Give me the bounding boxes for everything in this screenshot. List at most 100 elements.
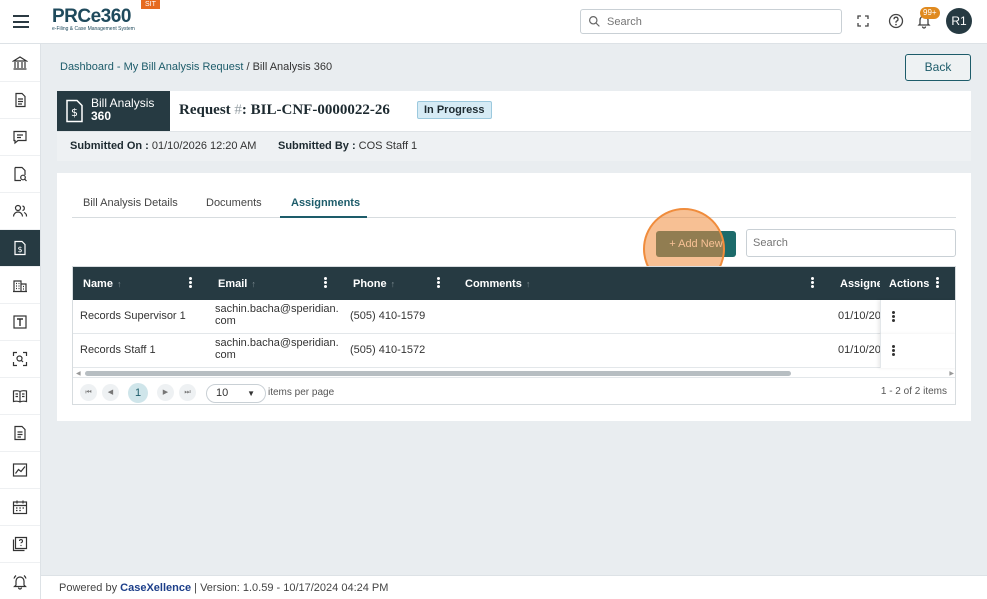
submission-info: Submitted On : 01/10/2026 12:20 AM Submi… (57, 131, 971, 161)
grid-search[interactable] (746, 229, 956, 257)
page-title: Request #: BIL-CNF-0000022-26 (179, 102, 390, 119)
template-icon (13, 315, 27, 329)
sidebar-item-calendar[interactable] (0, 489, 40, 526)
column-menu-icon[interactable] (936, 277, 940, 289)
help-icon[interactable] (888, 13, 904, 29)
sidebar-item-book[interactable] (0, 378, 40, 415)
sidebar-item-bill-analysis[interactable]: $ (0, 230, 40, 267)
avatar[interactable]: R1 (946, 8, 972, 34)
cell-name: Records Staff 1 (80, 344, 156, 356)
back-button[interactable]: Back (905, 54, 971, 81)
tab-assignments[interactable]: Assignments (291, 197, 360, 209)
column-phone-label: Phone (353, 278, 387, 290)
document-icon (15, 92, 26, 108)
scan-icon (12, 351, 28, 367)
table-row[interactable]: Records Staff 1 sachin.bacha@speridian.c… (73, 334, 955, 368)
page-size-value: 10 (216, 387, 229, 399)
column-header-assigned[interactable]: Assigned (840, 278, 880, 290)
page-size-select[interactable]: 10 ▼ (206, 384, 266, 403)
app-logo[interactable]: PRCe360 e-Filing & Case Management Syste… (52, 6, 135, 32)
module-title-line2: 360 (91, 109, 112, 123)
menu-icon[interactable] (13, 15, 29, 28)
bill-icon: $ (14, 240, 26, 256)
sidebar-item-users[interactable] (0, 193, 40, 230)
column-menu-icon[interactable] (437, 277, 441, 289)
footer-version: | Version: 1.0.59 - 10/17/2024 04:24 PM (191, 582, 389, 594)
module-block: $ Bill Analysis 360 (57, 91, 170, 131)
column-header-comments[interactable]: Comments ↑ (465, 278, 530, 290)
breadcrumb-link-bill-analysis[interactable]: Dashboard - My Bill Analysis Request (60, 61, 243, 73)
sidebar-item-document-search[interactable] (0, 156, 40, 193)
prev-page-icon[interactable]: ◀ (102, 384, 119, 401)
chevron-down-icon: ▼ (247, 389, 255, 398)
powered-by: Powered by (59, 582, 121, 594)
breadcrumb-current: Bill Analysis 360 (252, 61, 333, 73)
sidebar-item-scan[interactable] (0, 341, 40, 378)
column-menu-icon[interactable] (189, 277, 193, 289)
cell-email: sachin.bacha@speridian.com (215, 303, 339, 327)
notification-badge: 99+ (920, 7, 940, 19)
first-page-icon[interactable]: ⏮ (80, 384, 97, 401)
sidebar-item-bank[interactable] (0, 45, 40, 82)
scroll-right-icon[interactable]: ▶ (949, 370, 954, 377)
sidebar-item-file[interactable] (0, 415, 40, 452)
column-header-phone[interactable]: Phone ↑ (353, 278, 395, 290)
assignments-grid: Name↑ Email↑ Phone↑ Comments↑ Assigned A… (72, 266, 956, 405)
chat-icon (13, 130, 27, 145)
cell-actions (880, 300, 955, 334)
svg-text:$: $ (17, 245, 22, 254)
cell-phone: (505) 410-1579 (350, 310, 426, 322)
column-email-label: Email (218, 278, 248, 290)
column-menu-icon[interactable] (811, 277, 815, 289)
column-header-name[interactable]: Name ↑ (83, 278, 121, 290)
footer-brand[interactable]: CaseXellence (120, 582, 191, 594)
cell-email: sachin.bacha@speridian.com (215, 337, 339, 361)
tab-documents[interactable]: Documents (206, 197, 262, 209)
global-search-input[interactable] (607, 13, 837, 30)
users-icon (12, 204, 28, 217)
sidebar-item-template[interactable] (0, 304, 40, 341)
tab-bar: Bill Analysis Details Documents Assignme… (72, 190, 956, 218)
footer: Powered by CaseXellence | Version: 1.0.5… (41, 575, 987, 599)
horizontal-scrollbar[interactable]: ◀ ▶ (75, 369, 955, 377)
sidebar-item-chat[interactable] (0, 119, 40, 156)
page-number[interactable]: 1 (128, 383, 148, 403)
column-menu-icon[interactable] (324, 277, 328, 289)
active-tab-indicator (280, 216, 367, 218)
row-actions-icon[interactable] (892, 311, 896, 323)
add-new-button[interactable]: + Add New (656, 231, 736, 257)
fullscreen-icon[interactable] (855, 13, 871, 29)
sort-arrow-icon: ↑ (525, 279, 531, 289)
global-search[interactable] (580, 9, 842, 34)
submitted-on-value: 01/10/2026 12:20 AM (148, 140, 257, 152)
submitted-on: Submitted On : 01/10/2026 12:20 AM (70, 140, 256, 152)
sidebar-item-alerts[interactable] (0, 563, 40, 599)
grid-search-input[interactable] (753, 235, 948, 251)
scroll-left-icon[interactable]: ◀ (76, 370, 81, 377)
cell-phone: (505) 410-1572 (350, 344, 426, 356)
building-icon (13, 280, 27, 293)
column-header-email[interactable]: Email ↑ (218, 278, 256, 290)
column-header-actions: Actions (889, 278, 930, 290)
table-row[interactable]: Records Supervisor 1 sachin.bacha@sperid… (73, 300, 955, 334)
logo-text: PRCe360 (52, 6, 131, 27)
chart-icon (12, 463, 28, 477)
book-icon (12, 390, 28, 403)
svg-text:$: $ (71, 106, 78, 119)
sidebar-item-reports[interactable] (0, 452, 40, 489)
document-search-icon (14, 166, 27, 182)
status-badge: In Progress (417, 101, 492, 119)
file-icon (14, 425, 26, 441)
breadcrumb: Dashboard - My Bill Analysis Request / B… (60, 61, 332, 73)
bank-icon (12, 56, 28, 70)
sidebar-item-building[interactable] (0, 267, 40, 304)
next-page-icon[interactable]: ▶ (157, 384, 174, 401)
sidebar-item-help[interactable] (0, 526, 40, 563)
column-comments-label: Comments (465, 278, 522, 290)
scrollbar-thumb[interactable] (85, 371, 791, 376)
tab-bill-analysis-details[interactable]: Bill Analysis Details (83, 197, 178, 209)
last-page-icon[interactable]: ⏭ (179, 384, 196, 401)
row-actions-icon[interactable] (892, 345, 896, 357)
help-icon (12, 536, 28, 552)
sidebar-item-document[interactable] (0, 82, 40, 119)
